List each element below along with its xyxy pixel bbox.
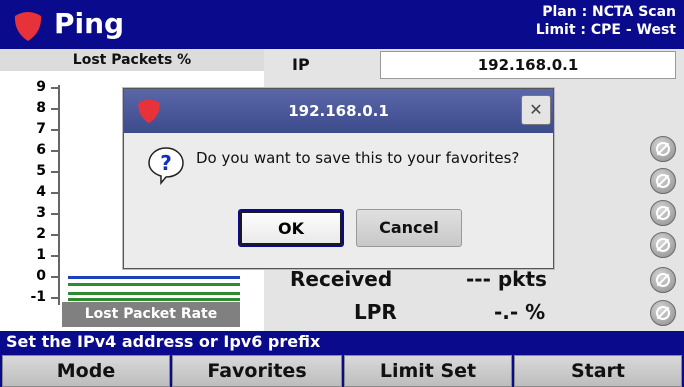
pending-icon xyxy=(650,267,676,293)
y-tick-label: 5 xyxy=(36,163,46,179)
shield-logo-icon xyxy=(14,12,42,41)
received-label: Received xyxy=(290,267,393,291)
limit-set-softkey[interactable]: Limit Set xyxy=(344,355,512,387)
ip-label: IP xyxy=(292,55,310,74)
y-tick-label: 3 xyxy=(36,205,46,221)
y-tick-label: 7 xyxy=(36,121,46,137)
y-tick-label: 2 xyxy=(36,226,46,242)
y-tick-label: 9 xyxy=(36,79,46,95)
series-line xyxy=(68,283,240,286)
pending-icon xyxy=(650,232,676,258)
lpr-value: -.- % xyxy=(494,300,546,324)
start-softkey[interactable]: Start xyxy=(514,355,682,387)
series-line xyxy=(68,298,240,301)
pending-icon xyxy=(650,300,676,326)
mode-softkey[interactable]: Mode xyxy=(2,355,170,387)
favorites-softkey[interactable]: Favorites xyxy=(172,355,342,387)
y-tick-label: 8 xyxy=(36,100,46,116)
plan-label: Plan : NCTA Scan xyxy=(542,4,676,20)
ip-address-field[interactable]: 192.168.0.1 xyxy=(380,51,676,79)
chart-title: Lost Packets % xyxy=(0,49,264,71)
lpr-label: LPR xyxy=(354,300,397,324)
received-value: --- pkts xyxy=(466,267,547,291)
close-button[interactable]: ✕ xyxy=(521,95,551,125)
series-line xyxy=(68,276,240,279)
y-tick-label: 0 xyxy=(36,268,46,284)
svg-text:?: ? xyxy=(160,151,172,175)
save-favorite-dialog: 192.168.0.1 ✕ ? Do you want to save this… xyxy=(123,88,554,269)
dialog-message: Do you want to save this to your favorit… xyxy=(196,149,520,167)
pending-icon xyxy=(650,136,676,162)
series-line xyxy=(68,292,240,295)
header-bar: Ping Plan : NCTA Scan Limit : CPE - West xyxy=(0,0,684,49)
ok-button[interactable]: OK xyxy=(238,209,344,247)
y-tick-label: -1 xyxy=(30,289,46,305)
dialog-title: 192.168.0.1 xyxy=(288,102,389,120)
limit-label: Limit : CPE - West xyxy=(535,22,676,38)
question-icon: ? xyxy=(148,147,184,185)
y-tick-label: 1 xyxy=(36,247,46,263)
y-axis-line xyxy=(58,85,60,305)
chart-footer: Lost Packet Rate xyxy=(62,302,240,327)
pending-icon xyxy=(650,200,676,226)
y-tick-label: 6 xyxy=(36,142,46,158)
hint-bar: Set the IPv4 address or Ipv6 prefix xyxy=(0,331,684,353)
pending-icon xyxy=(650,168,676,194)
plan-info: Plan : NCTA Scan Limit : CPE - West xyxy=(536,3,676,39)
page-title: Ping xyxy=(54,7,125,40)
cancel-button[interactable]: Cancel xyxy=(356,209,462,247)
y-tick-label: 4 xyxy=(36,184,46,200)
